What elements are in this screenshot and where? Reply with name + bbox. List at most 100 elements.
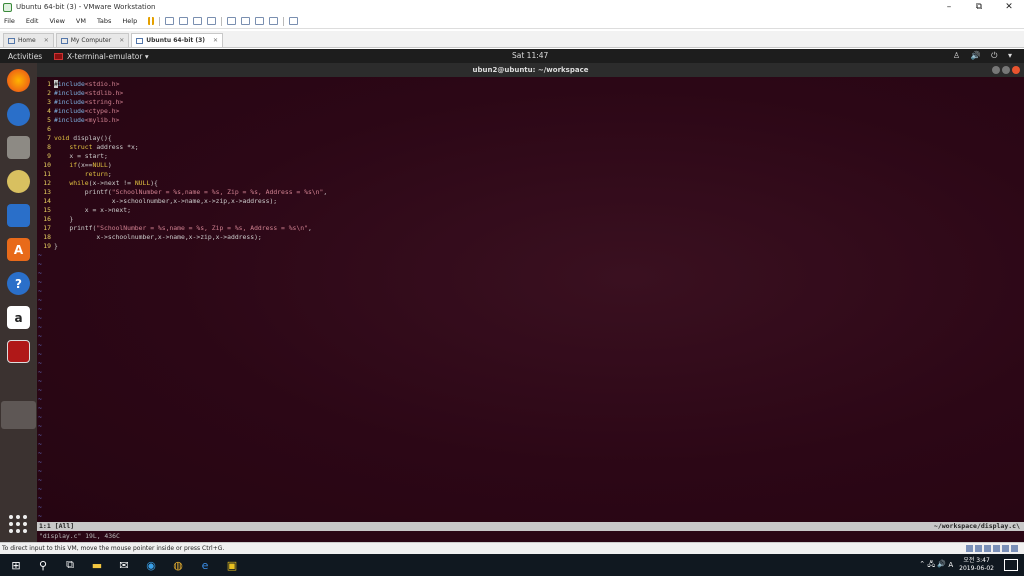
chrome-icon[interactable]: ◍ <box>167 554 189 576</box>
terminal-maximize-icon[interactable] <box>1002 66 1010 74</box>
thumbnail-icon[interactable] <box>241 17 251 25</box>
task-view-icon[interactable]: ⧉ <box>59 554 81 576</box>
menu-tabs[interactable]: Tabs <box>97 17 111 25</box>
menu-edit[interactable]: Edit <box>26 17 39 25</box>
code-line[interactable]: 19} <box>37 242 58 251</box>
hdd-icon[interactable] <box>966 545 973 552</box>
input-language[interactable]: A <box>948 561 953 569</box>
fullscreen-icon[interactable] <box>255 17 265 25</box>
code-line[interactable]: 6 <box>37 125 54 134</box>
libreoffice-writer-icon[interactable] <box>7 204 30 227</box>
terminal-window-buttons <box>992 66 1020 74</box>
display-icon[interactable] <box>1011 545 1018 552</box>
menu-bar: File Edit View VM Tabs Help <box>0 14 1024 29</box>
vim-editor[interactable]: 1 #include<stdio.h> 2 #include<stdlib.h> 3 #i… <box>37 77 1024 522</box>
code-line[interactable]: 12 while(x->next != NULL){ <box>37 179 158 188</box>
gnome-clock[interactable]: Sat 11:47 <box>512 49 548 63</box>
edge-icon[interactable]: e <box>194 554 216 576</box>
vmware-taskbar-icon[interactable]: ▣ <box>221 554 243 576</box>
network-icon[interactable] <box>984 545 991 552</box>
files-icon[interactable] <box>7 136 30 159</box>
pause-icon[interactable] <box>148 17 155 25</box>
mail-icon[interactable]: ✉ <box>113 554 135 576</box>
menu-help[interactable]: Help <box>122 17 137 25</box>
revert-snapshot-icon[interactable] <box>193 17 203 25</box>
tab-close-icon[interactable]: ✕ <box>44 37 49 44</box>
toolbar-separator <box>159 16 161 26</box>
window-controls: – ⧉ ✕ <box>934 0 1024 14</box>
rhythmbox-icon[interactable] <box>7 170 30 193</box>
app-icon[interactable]: ◉ <box>140 554 162 576</box>
search-icon[interactable]: ⚲ <box>32 554 54 576</box>
unity-icon[interactable] <box>269 17 279 25</box>
device-icons <box>966 545 1018 552</box>
menu-file[interactable]: File <box>4 17 15 25</box>
code-line[interactable]: 9 x = start; <box>37 152 108 161</box>
line-number: 9 <box>47 152 51 160</box>
system-tray[interactable]: ♙ 🔊 ⏻ ▾ <box>953 49 1016 63</box>
help-icon[interactable]: ? <box>7 272 30 295</box>
code-line[interactable]: 17 printf("SchoolNumber = %s,name = %s, … <box>37 224 312 233</box>
code-line[interactable]: 8 struct address *x; <box>37 143 139 152</box>
tab-label: Home <box>18 37 36 44</box>
code-line[interactable]: 15 x = x->next; <box>37 206 131 215</box>
tab-close-icon[interactable]: ✕ <box>119 37 124 44</box>
app-menu[interactable]: X-terminal-emulator ▾ <box>54 52 149 61</box>
code-line[interactable]: 18 x->schoolnumber,x->name,x->zip,x->add… <box>37 233 261 242</box>
code-line[interactable]: 14 x->schoolnumber,x->name,x->zip,x->add… <box>37 197 277 206</box>
empty-line-marker: ~ <box>38 251 42 259</box>
send-keys-icon[interactable] <box>165 17 175 25</box>
empty-line-marker: ~ <box>38 404 42 412</box>
code-line[interactable]: 11 return; <box>37 170 111 179</box>
usb-icon[interactable] <box>993 545 1000 552</box>
thunderbird-icon[interactable] <box>7 103 30 126</box>
code-line[interactable]: 3 #include<string.h> <box>37 98 123 107</box>
empty-line-marker: ~ <box>38 260 42 268</box>
close-button[interactable]: ✕ <box>994 0 1024 14</box>
software-center-icon[interactable]: A <box>7 238 30 261</box>
windows-clock[interactable]: 오전 3:47 2019-06-02 <box>959 557 994 573</box>
tray-icons[interactable]: ⌃ 🖧 🔊 <box>919 560 948 571</box>
empty-line-marker: ~ <box>38 332 42 340</box>
show-applications-icon[interactable] <box>9 515 27 533</box>
line-number: 7 <box>47 134 51 142</box>
terminal-minimize-icon[interactable] <box>992 66 1000 74</box>
snapshot-manager-icon[interactable] <box>207 17 217 25</box>
tab-ubuntu[interactable]: Ubuntu 64-bit (3) ✕ <box>131 33 224 47</box>
minimize-button[interactable]: – <box>934 0 964 14</box>
code-line[interactable]: 7 void display(){ <box>37 134 112 143</box>
menu-vm[interactable]: VM <box>76 17 86 25</box>
tab-my-computer[interactable]: My Computer ✕ <box>55 33 130 47</box>
sidebar-toggle-icon[interactable] <box>227 17 237 25</box>
code-line[interactable]: 13 printf("SchoolNumber = %s,name = %s, … <box>37 188 327 197</box>
terminal-close-icon[interactable] <box>1012 66 1020 74</box>
amazon-icon[interactable]: a <box>7 306 30 329</box>
terminal-app-icon[interactable] <box>7 340 30 363</box>
cd-icon[interactable] <box>975 545 982 552</box>
code-line[interactable]: 5 #include<mylib.h> <box>37 116 119 125</box>
line-number: 14 <box>43 197 51 205</box>
activities-button[interactable]: Activities <box>0 52 54 61</box>
file-explorer-icon[interactable]: ▬ <box>86 554 108 576</box>
empty-line-marker: ~ <box>38 341 42 349</box>
window-titlebar: Ubuntu 64-bit (3) - VMware Workstation –… <box>0 0 1024 14</box>
sound-icon[interactable] <box>1002 545 1009 552</box>
firefox-icon[interactable] <box>7 69 30 92</box>
terminal-title: ubun2@ubuntu: ~/workspace <box>472 66 589 74</box>
line-number: 19 <box>43 242 51 250</box>
tab-home[interactable]: Home ✕ <box>3 33 54 47</box>
app-menu-label: X-terminal-emulator ▾ <box>67 51 149 61</box>
menu-view[interactable]: View <box>49 17 64 25</box>
tab-close-icon[interactable]: ✕ <box>213 37 218 44</box>
snapshot-icon[interactable] <box>179 17 189 25</box>
start-icon[interactable]: ⊞ <box>5 554 27 576</box>
code-line[interactable]: 16 } <box>37 215 73 224</box>
code-line[interactable]: 10 if(x==NULL) <box>37 161 111 170</box>
code-line[interactable]: 2 #include<stdlib.h> <box>37 89 123 98</box>
notification-icon[interactable] <box>1004 559 1018 571</box>
code-line[interactable]: 4 #include<ctype.h> <box>37 107 119 116</box>
maximize-button[interactable]: ⧉ <box>964 0 994 14</box>
code-line[interactable]: 1 #include<stdio.h> <box>37 80 119 89</box>
console-view-icon[interactable] <box>289 17 299 25</box>
windows-taskbar: ⊞ ⚲ ⧉ ▬ ✉ ◉ ◍ e ▣ ⌃ 🖧 🔊 A 오전 3:47 2019-0… <box>0 554 1024 576</box>
